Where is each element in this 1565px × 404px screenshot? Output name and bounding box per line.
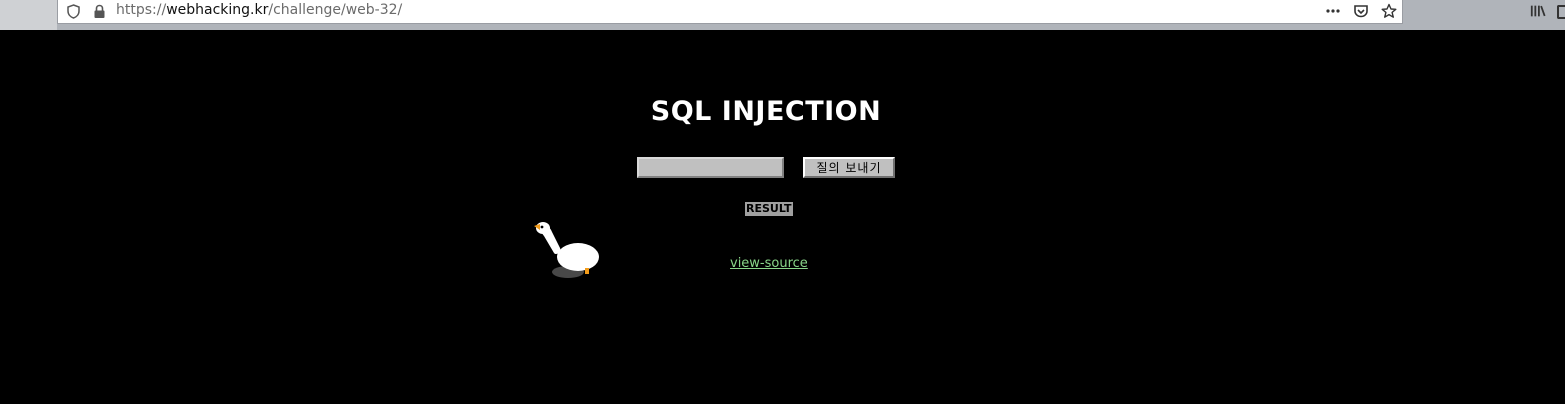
url-text[interactable]: https://webhacking.kr/challenge/web-32/ xyxy=(116,2,402,18)
page-content: SQL INJECTION 질의 보내기 RESULT view-source xyxy=(0,30,1565,404)
url-prefix: https:// xyxy=(116,2,167,18)
submit-query-button[interactable]: 질의 보내기 xyxy=(803,157,895,178)
library-icon[interactable] xyxy=(1530,3,1546,19)
shield-icon[interactable] xyxy=(65,3,81,19)
view-source-link[interactable]: view-source xyxy=(730,256,808,271)
url-path: /challenge/web-32/ xyxy=(268,2,403,18)
page-title: SQL INJECTION xyxy=(650,96,882,127)
goose-icon xyxy=(534,222,599,278)
pocket-icon[interactable] xyxy=(1353,3,1369,19)
sidebar-toggle-icon[interactable] xyxy=(1557,5,1565,19)
toolbar-left-area xyxy=(0,0,57,30)
browser-toolbar: https://webhacking.kr/challenge/web-32/ xyxy=(0,0,1565,30)
query-input[interactable] xyxy=(637,157,784,178)
more-actions-icon[interactable] xyxy=(1325,3,1341,19)
lock-icon[interactable] xyxy=(91,3,107,19)
result-label: RESULT xyxy=(745,202,793,216)
url-host: webhacking.kr xyxy=(166,2,269,18)
bookmark-star-icon[interactable] xyxy=(1381,3,1397,19)
